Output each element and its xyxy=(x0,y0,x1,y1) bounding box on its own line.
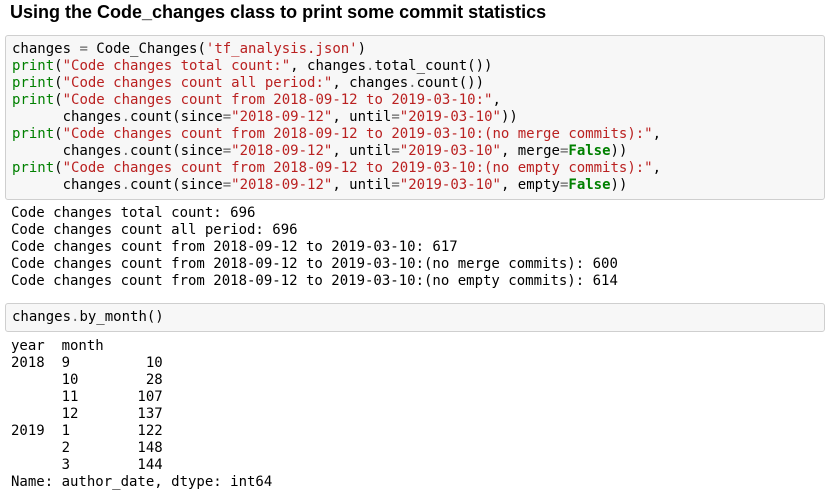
code-token: . xyxy=(408,75,417,91)
code-token: , until xyxy=(332,109,392,125)
code-token: )) xyxy=(610,143,628,159)
code-cell-input-2[interactable]: changes.by_month() xyxy=(5,303,825,332)
code-token: , until xyxy=(332,177,392,193)
code-editor-2[interactable]: changes.by_month() xyxy=(12,309,164,326)
code-token: 'tf_analysis.json' xyxy=(205,41,358,57)
cell-output-2: year month 2018 9 10 10 28 11 107 12 137 2… xyxy=(11,338,272,491)
code-token: , xyxy=(652,160,662,176)
code-token: changes xyxy=(12,109,122,125)
code-token: False xyxy=(568,177,611,193)
code-token: by_month() xyxy=(79,309,164,325)
code-line: changes.count(since="2018-09-12", until=… xyxy=(12,177,661,194)
output-line: 2 148 xyxy=(11,440,163,456)
cell-output-1: Code changes total count: 696 Code change… xyxy=(11,205,618,290)
output-line: 11 107 xyxy=(11,389,163,405)
code-token: count(since xyxy=(130,177,223,193)
code-token: "2019-03-10" xyxy=(399,109,501,125)
code-token: "2018-09-12" xyxy=(231,143,333,159)
code-line: print("Code changes count from 2018-09-1… xyxy=(12,92,661,109)
code-token: ( xyxy=(54,92,63,108)
code-token: "Code changes count from 2018-09-12 to 2… xyxy=(62,160,653,176)
code-line: print("Code changes total count:", chang… xyxy=(12,58,661,75)
code-line: changes.count(since="2018-09-12", until=… xyxy=(12,109,661,126)
code-token: , xyxy=(492,92,501,108)
code-token: = xyxy=(222,177,232,193)
code-token: . xyxy=(121,177,131,193)
code-token: count()) xyxy=(416,75,485,91)
code-token: "2018-09-12" xyxy=(231,109,333,125)
output-line: 2018 9 10 xyxy=(11,355,163,371)
code-token: = xyxy=(79,41,88,57)
code-token: ( xyxy=(54,58,63,74)
output-line: Code changes count all period: 696 xyxy=(11,222,298,238)
code-token: , empty xyxy=(500,177,560,193)
code-token: print xyxy=(12,160,55,176)
code-token: = xyxy=(391,143,400,159)
code-token: total_count()) xyxy=(374,58,493,74)
code-token: ( xyxy=(54,126,63,142)
code-token: "2019-03-10" xyxy=(399,177,501,193)
code-token: , merge xyxy=(500,143,560,159)
code-token: ) xyxy=(357,41,367,57)
code-token: Code_Changes( xyxy=(87,41,206,57)
code-editor-1[interactable]: changes = Code_Changes('tf_analysis.json… xyxy=(12,41,661,194)
code-token: = xyxy=(222,143,232,159)
code-token: print xyxy=(12,126,55,142)
code-line: print("Code changes count all period:", … xyxy=(12,75,661,92)
code-token: print xyxy=(12,75,55,91)
code-token: print xyxy=(12,92,55,108)
code-token: = xyxy=(391,177,400,193)
code-token: . xyxy=(121,109,131,125)
code-token: changes xyxy=(12,309,72,325)
code-token: , xyxy=(652,126,662,142)
code-token: ( xyxy=(54,75,63,91)
code-cell-input-1[interactable]: changes = Code_Changes('tf_analysis.json… xyxy=(5,35,825,200)
output-text-2: year month 2018 9 10 10 28 11 107 12 137 2… xyxy=(11,338,272,491)
code-token: count(since xyxy=(130,109,223,125)
code-token: print xyxy=(12,58,55,74)
code-token: "Code changes count all period:" xyxy=(62,75,333,91)
code-token: "Code changes count from 2018-09-12 to 2… xyxy=(62,126,653,142)
code-token: = xyxy=(222,109,232,125)
code-line: changes = Code_Changes('tf_analysis.json… xyxy=(12,41,661,58)
code-token: changes xyxy=(12,41,80,57)
output-text-1: Code changes total count: 696 Code change… xyxy=(11,205,618,290)
code-line: changes.count(since="2018-09-12", until=… xyxy=(12,143,661,160)
output-line: 2019 1 122 xyxy=(11,423,163,439)
code-token: changes xyxy=(12,177,122,193)
section-heading: Using the Code_changes class to print so… xyxy=(10,2,547,22)
code-token: "2018-09-12" xyxy=(231,177,333,193)
output-line: Code changes count from 2018-09-12 to 20… xyxy=(11,273,618,289)
code-line: changes.by_month() xyxy=(12,309,164,326)
code-token: count(since xyxy=(130,143,223,159)
output-line: 3 144 xyxy=(11,457,163,473)
code-token: = xyxy=(391,109,400,125)
code-token: False xyxy=(568,143,611,159)
code-line: print("Code changes count from 2018-09-1… xyxy=(12,160,661,177)
code-line: print("Code changes count from 2018-09-1… xyxy=(12,126,661,143)
output-line: Code changes total count: 696 xyxy=(11,205,256,221)
code-token: changes xyxy=(12,143,122,159)
code-token: ( xyxy=(54,160,63,176)
code-token: . xyxy=(121,143,131,159)
output-line: Code changes count from 2018-09-12 to 20… xyxy=(11,239,458,255)
code-token: "2019-03-10" xyxy=(399,143,501,159)
output-line: 12 137 xyxy=(11,406,163,422)
code-token: )) xyxy=(500,109,518,125)
output-line: Code changes count from 2018-09-12 to 20… xyxy=(11,256,618,272)
code-token: , until xyxy=(332,143,392,159)
code-token: "Code changes total count:" xyxy=(62,58,291,74)
code-token: , changes xyxy=(332,75,409,91)
output-line: Name: author_date, dtype: int64 xyxy=(11,474,273,490)
output-line: year month xyxy=(11,338,104,354)
code-token: "Code changes count from 2018-09-12 to 2… xyxy=(62,92,493,108)
code-token: )) xyxy=(610,177,628,193)
output-line: 10 28 xyxy=(11,372,163,388)
code-token: , changes xyxy=(290,58,367,74)
